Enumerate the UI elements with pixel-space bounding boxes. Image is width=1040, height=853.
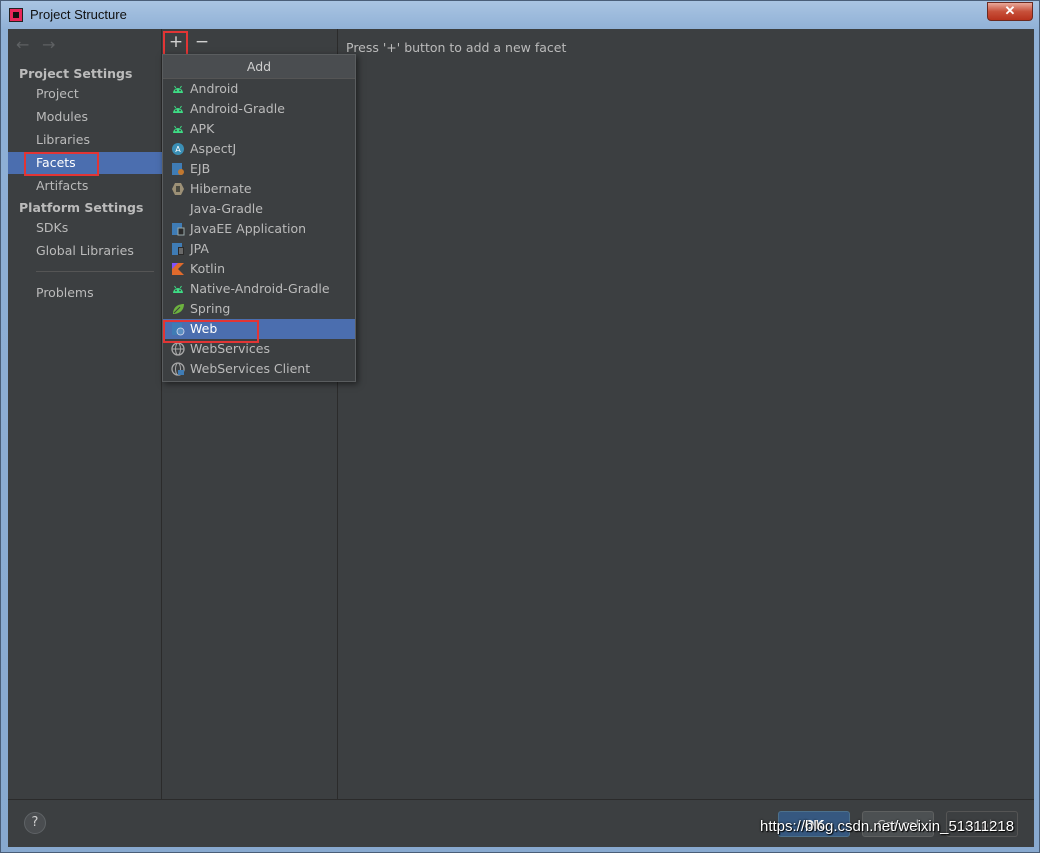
facet-option-label: AspectJ xyxy=(190,141,237,156)
facet-option-label: Hibernate xyxy=(190,181,252,196)
facet-option-native-android-gradle[interactable]: Native-Android-Gradle xyxy=(163,279,355,299)
title-bar: Project Structure ✕ xyxy=(1,1,1040,29)
sidebar-item-artifacts[interactable]: Artifacts xyxy=(8,175,162,197)
android-icon xyxy=(173,105,183,113)
intellij-app-icon xyxy=(9,8,23,22)
facet-option-android-gradle[interactable]: Android-Gradle xyxy=(163,99,355,119)
web-highlight-box xyxy=(163,320,259,343)
watermark-url: https://blog.csdn.net/weixin_51311218 xyxy=(760,818,1015,835)
facet-option-label: Android xyxy=(190,81,239,96)
facet-option-jpa[interactable]: JPA xyxy=(163,239,355,259)
facets-highlight-box xyxy=(24,152,99,176)
jpa-icon xyxy=(172,243,184,255)
android-icon xyxy=(173,285,183,293)
facet-option-aspectj[interactable]: A AspectJ xyxy=(163,139,355,159)
facet-details-pane: Press '+' button to add a new facet xyxy=(339,29,1034,799)
facet-option-label: JavaEE Application xyxy=(190,221,307,236)
sidebar-item-libraries[interactable]: Libraries xyxy=(8,129,162,151)
hibernate-icon xyxy=(172,183,184,195)
facet-option-label: EJB xyxy=(190,161,211,176)
window-frame: Project Structure ✕ ← → Project Settings… xyxy=(0,0,1040,853)
back-arrow-icon[interactable]: ← xyxy=(16,35,29,54)
popup-title: Add xyxy=(163,55,355,79)
sidebar-divider xyxy=(36,271,154,272)
facet-option-spring[interactable]: Spring xyxy=(163,299,355,319)
settings-sidebar: ← → Project Settings Project Modules Lib… xyxy=(8,29,162,799)
facet-option-label: Java-Gradle xyxy=(190,201,263,216)
window-title: Project Structure xyxy=(30,7,127,22)
facet-option-label: Native-Android-Gradle xyxy=(190,281,330,296)
facet-option-label: WebServices Client xyxy=(190,361,311,376)
facet-option-apk[interactable]: APK xyxy=(163,119,355,139)
svg-text:A: A xyxy=(175,145,181,154)
aspectj-icon: A xyxy=(172,143,184,155)
globe-icon xyxy=(171,342,185,356)
facet-option-java-gradle[interactable]: Java-Gradle xyxy=(163,199,355,219)
platform-settings-heading: Platform Settings xyxy=(19,200,144,215)
sidebar-item-modules[interactable]: Modules xyxy=(8,106,162,128)
project-settings-heading: Project Settings xyxy=(19,66,133,81)
javaee-icon xyxy=(172,223,185,236)
dialog-button-bar: ? OK Cancel Apply https://blog.csdn.net/… xyxy=(8,799,1034,847)
help-button[interactable]: ? xyxy=(24,812,46,834)
facet-option-label: APK xyxy=(190,121,215,136)
sidebar-item-sdks[interactable]: SDKs xyxy=(8,217,162,239)
facet-option-label: Kotlin xyxy=(190,261,225,276)
remove-facet-button[interactable]: − xyxy=(192,33,212,53)
globe-client-icon xyxy=(171,362,185,376)
facet-option-label: JPA xyxy=(190,241,209,256)
facet-option-label: Spring xyxy=(190,301,231,316)
ejb-icon xyxy=(172,163,184,175)
android-icon xyxy=(173,125,183,133)
facet-option-ejb[interactable]: EJB xyxy=(163,159,355,179)
facet-option-javaee-application[interactable]: JavaEE Application xyxy=(163,219,355,239)
close-button[interactable]: ✕ xyxy=(987,2,1033,21)
forward-arrow-icon[interactable]: → xyxy=(42,35,55,54)
facet-option-android[interactable]: Android xyxy=(163,79,355,99)
add-facet-popup: Add Android Android-Gradle APK A AspectJ… xyxy=(162,54,356,382)
facet-option-webservices-client[interactable]: WebServices Client xyxy=(163,359,355,379)
sidebar-item-problems[interactable]: Problems xyxy=(8,282,162,304)
facet-option-label: WebServices xyxy=(190,341,270,356)
empty-state-hint: Press '+' button to add a new facet xyxy=(346,40,567,55)
kotlin-icon xyxy=(172,263,184,275)
facet-option-label: Android-Gradle xyxy=(190,101,285,116)
dialog-client-area: ← → Project Settings Project Modules Lib… xyxy=(8,29,1034,847)
spring-icon xyxy=(173,304,184,314)
sidebar-item-project[interactable]: Project xyxy=(8,83,162,105)
sidebar-item-global-libraries[interactable]: Global Libraries xyxy=(8,240,162,262)
facet-option-hibernate[interactable]: Hibernate xyxy=(163,179,355,199)
facet-option-kotlin[interactable]: Kotlin xyxy=(163,259,355,279)
android-icon xyxy=(173,85,183,93)
